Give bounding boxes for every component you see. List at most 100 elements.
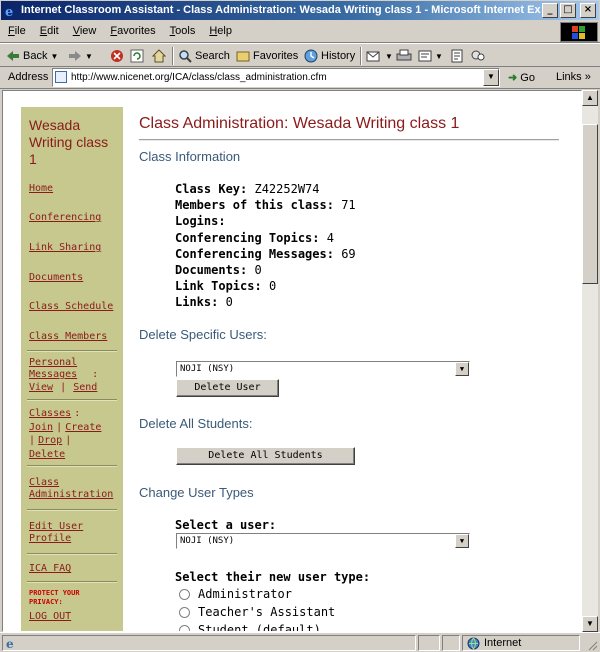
back-button[interactable]: Back ▼ [6, 47, 58, 65]
window-title: Internet Classroom Assistant - Class Adm… [21, 4, 541, 16]
search-label: Search [195, 50, 230, 62]
favorites-button[interactable]: Favorites [236, 47, 298, 65]
stop-button[interactable] [110, 47, 124, 65]
page-icon [55, 71, 67, 83]
delete-all-students-button[interactable]: Delete All Students [176, 447, 355, 465]
class-info-row: Class Key: Z42252W74 [175, 182, 320, 196]
menu-file[interactable]: File [8, 25, 26, 37]
refresh-button[interactable] [130, 47, 144, 65]
sidebar-item-conferencing[interactable]: Conferencing [29, 212, 101, 223]
vertical-scrollbar[interactable]: ▲ ▼ [582, 90, 598, 632]
sidebar-divider [27, 350, 117, 352]
print-button[interactable] [396, 47, 412, 65]
globe-icon [467, 637, 480, 650]
sidebar-item-view[interactable]: View [29, 382, 53, 393]
menu-edit[interactable]: Edit [40, 25, 59, 37]
scroll-down-button[interactable]: ▼ [582, 616, 598, 632]
class-info-list: Class Key: Z42252W74 Members of this cla… [175, 181, 356, 311]
sidebar-item-class-schedule[interactable]: Class Schedule [29, 301, 113, 312]
sidebar-item-classes[interactable]: Classes [29, 408, 71, 419]
user-type-option-teachers-assistant[interactable]: Teacher's Assistant [179, 605, 335, 619]
address-input[interactable]: http://www.nicenet.org/ICA/class/class_a… [52, 68, 500, 87]
class-info-row: Logins: [175, 214, 226, 229]
select-user-dropdown[interactable]: NOJI (NSY) ▼ [176, 533, 470, 549]
history-button[interactable]: History [304, 47, 355, 65]
protect-privacy-label: PROTECT YOUR PRIVACY: [29, 589, 80, 606]
edit-button[interactable]: ▼ [418, 47, 443, 65]
change-user-types-heading: Change User Types [139, 485, 254, 500]
messenger-button[interactable] [470, 47, 486, 65]
classes-colon: : [74, 408, 81, 419]
scroll-thumb[interactable] [582, 124, 598, 284]
user-type-option-student[interactable]: Student (default) [179, 623, 321, 631]
page-title: Class Administration: Wesada Writing cla… [139, 115, 460, 132]
window-title-bar: e Internet Classroom Assistant - Class A… [0, 0, 600, 21]
sidebar-item-link-sharing[interactable]: Link Sharing [29, 242, 101, 253]
delete-user-select[interactable]: NOJI (NSY) ▼ [176, 361, 470, 377]
windows-logo-icon [560, 22, 598, 42]
svg-text:e: e [6, 637, 14, 650]
print-icon [396, 49, 412, 61]
zone-label: Internet [484, 637, 522, 649]
menu-favorites[interactable]: Favorites [110, 25, 155, 37]
sidebar-item-home[interactable]: Home [29, 183, 53, 194]
delete-all-students-heading: Delete All Students: [139, 416, 253, 431]
stop-icon [111, 50, 123, 62]
mail-button[interactable]: ▼ [366, 47, 393, 65]
sidebar-item-log-out[interactable]: LOG OUT [29, 611, 71, 622]
radio-button[interactable] [179, 606, 190, 618]
sidebar-item-drop[interactable]: Drop [38, 435, 62, 446]
user-type-option-administrator[interactable]: Administrator [179, 587, 292, 601]
home-icon [152, 49, 166, 63]
title-divider [139, 139, 559, 141]
sidebar-item-personal-messages[interactable]: Personal Messages [29, 357, 89, 381]
sidebar-item-ica-faq[interactable]: ICA FAQ [29, 563, 71, 574]
class-information-heading: Class Information [139, 149, 241, 164]
minimize-button[interactable]: _ [542, 3, 558, 18]
pm-pipe: | [60, 382, 67, 393]
class-info-row: Documents: 0 [175, 263, 262, 278]
class-info-row: Members of this class: 71 [175, 198, 356, 213]
favorites-icon [236, 51, 250, 62]
sidebar-item-documents[interactable]: Documents [29, 272, 83, 283]
status-bar: e Internet [0, 632, 600, 652]
delete-user-button[interactable]: Delete User [176, 379, 279, 397]
pm-colon: : [92, 369, 99, 380]
status-cell [418, 635, 440, 651]
status-text-cell: e [2, 635, 416, 651]
forward-arrow-icon [69, 51, 81, 61]
close-button[interactable]: × [580, 3, 596, 18]
delete-specific-users-heading: Delete Specific Users: [139, 327, 267, 342]
sidebar-item-create[interactable]: Create [65, 422, 101, 433]
sidebar-item-class-administration[interactable]: Class Administration [29, 477, 119, 501]
discuss-button[interactable] [450, 47, 464, 65]
sidebar-item-join[interactable]: Join [29, 422, 53, 433]
forward-button[interactable]: ▼ [68, 47, 93, 65]
go-button[interactable]: ➜ Go [508, 71, 535, 84]
links-button[interactable]: Links » [556, 71, 591, 83]
resize-grip-icon[interactable] [586, 639, 598, 651]
class-info-row: Links: 0 [175, 295, 233, 310]
home-button[interactable] [152, 47, 166, 65]
menu-tools[interactable]: Tools [170, 25, 196, 37]
class-info-row: Conferencing Messages: 69 [175, 246, 356, 261]
ie-icon: e [5, 5, 13, 18]
scroll-up-button[interactable]: ▲ [582, 90, 598, 106]
menu-help[interactable]: Help [209, 25, 232, 37]
search-icon [179, 50, 192, 63]
search-button[interactable]: Search [178, 47, 230, 65]
sidebar-item-send[interactable]: Send [73, 382, 97, 393]
sidebar-item-delete[interactable]: Delete [29, 449, 65, 460]
refresh-icon [130, 49, 144, 63]
sidebar-divider [27, 581, 117, 583]
radio-button[interactable] [179, 624, 190, 631]
sidebar-item-edit-user-profile[interactable]: Edit User Profile [29, 521, 109, 545]
toolbar: Back ▼ ▼ Search Favorites History ▼ ▼ [0, 43, 600, 67]
classes-pipe: | [65, 435, 72, 446]
address-dropdown-button[interactable]: ▼ [483, 69, 499, 86]
mail-icon [366, 51, 380, 62]
menu-view[interactable]: View [73, 25, 97, 37]
radio-button[interactable] [179, 588, 190, 600]
maximize-button[interactable]: □ [560, 3, 576, 18]
sidebar-item-class-members[interactable]: Class Members [29, 331, 107, 342]
